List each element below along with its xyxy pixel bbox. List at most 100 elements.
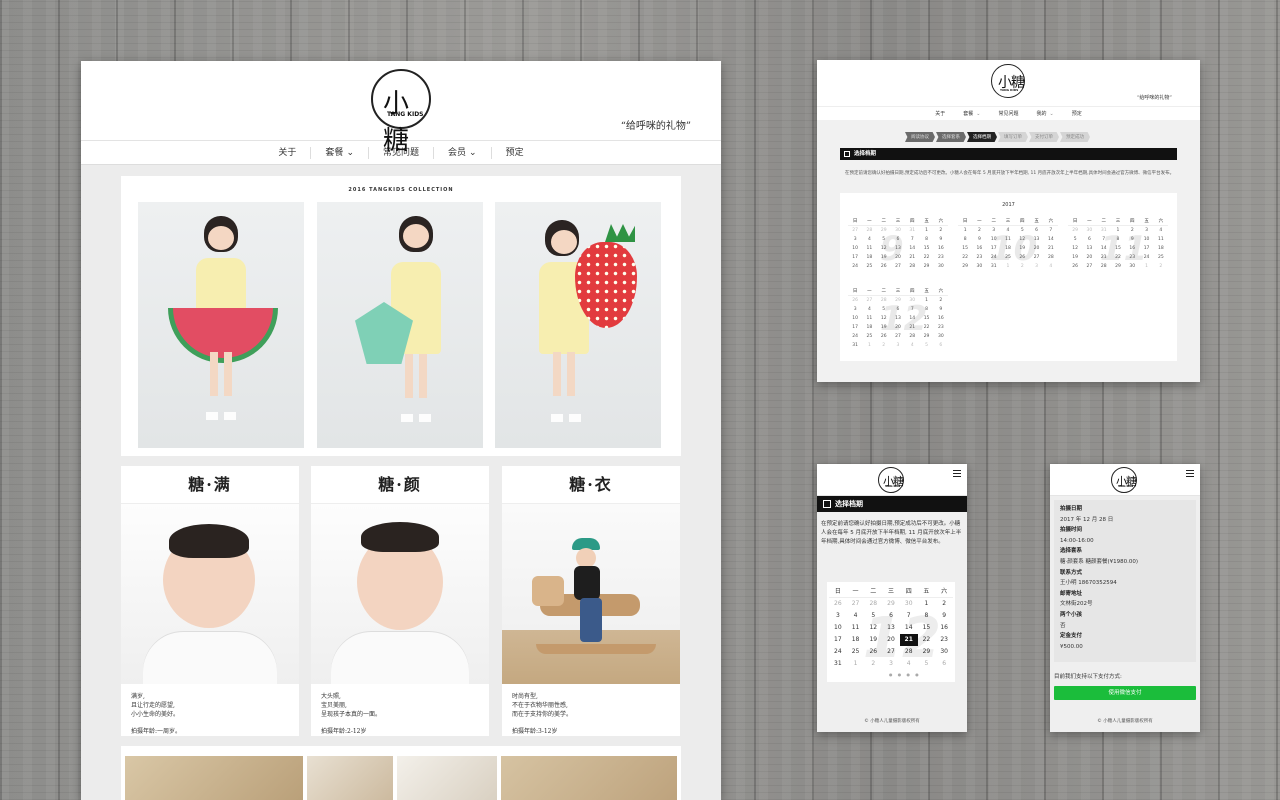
nav-item[interactable]: 套餐 (325, 148, 343, 158)
gallery-image[interactable] (125, 756, 303, 800)
day-cell[interactable]: 11 (1154, 235, 1168, 244)
day-cell[interactable]: 6 (1082, 235, 1096, 244)
day-cell[interactable]: 30 (1125, 262, 1139, 271)
day-cell[interactable]: 3 (987, 226, 1001, 235)
day-cell[interactable]: 4 (847, 610, 865, 622)
day-cell[interactable]: 18 (1001, 244, 1015, 253)
day-cell[interactable]: 16 (934, 314, 948, 323)
day-cell[interactable]: 24 (1139, 253, 1153, 262)
day-cell[interactable]: 11 (862, 314, 876, 323)
day-cell[interactable]: 30 (972, 262, 986, 271)
day-cell[interactable]: 8 (919, 235, 933, 244)
day-cell[interactable]: 16 (1125, 244, 1139, 253)
day-cell[interactable]: 20 (1082, 253, 1096, 262)
day-cell[interactable]: 20 (1029, 244, 1043, 253)
day-cell[interactable]: 8 (1111, 235, 1125, 244)
day-cell[interactable]: 24 (848, 332, 862, 341)
day-cell[interactable]: 3 (848, 305, 862, 314)
day-cell[interactable]: 16 (972, 244, 986, 253)
day-cell[interactable]: 30 (934, 262, 948, 271)
day-cell[interactable]: 15 (1111, 244, 1125, 253)
day-cell[interactable]: 8 (958, 235, 972, 244)
day-cell[interactable]: 10 (848, 244, 862, 253)
day-cell[interactable]: 15 (919, 314, 933, 323)
day-cell[interactable]: 22 (958, 253, 972, 262)
photo-strawberry-girl[interactable] (495, 202, 661, 448)
day-cell[interactable]: 29 (919, 332, 933, 341)
day-cell[interactable]: 15 (918, 622, 936, 634)
day-cell[interactable]: 10 (829, 622, 847, 634)
day-cell[interactable]: 11 (862, 244, 876, 253)
day-cell[interactable]: 15 (919, 244, 933, 253)
day-cell[interactable]: 19 (1015, 244, 1029, 253)
day-cell[interactable]: 27 (891, 262, 905, 271)
day-cell[interactable]: 31 (848, 341, 862, 350)
tangkids-logo[interactable]: 小糖 TANG KIDS (1111, 467, 1137, 493)
day-cell[interactable]: 19 (864, 634, 882, 646)
day-cell[interactable]: 22 (918, 634, 936, 646)
day-cell[interactable]: 13 (882, 622, 900, 634)
day-cell[interactable]: 2 (934, 296, 948, 305)
day-cell[interactable]: 23 (934, 323, 948, 332)
day-cell[interactable]: 9 (935, 610, 953, 622)
day-cell[interactable]: 17 (1139, 244, 1153, 253)
day-cell[interactable]: 5 (1068, 235, 1082, 244)
day-cell[interactable]: 18 (1154, 244, 1168, 253)
day-cell[interactable]: 6 (891, 235, 905, 244)
day-cell[interactable]: 12 (877, 314, 891, 323)
day-cell[interactable]: 10 (1139, 235, 1153, 244)
day-cell[interactable]: 28 (905, 262, 919, 271)
day-cell[interactable]: 25 (847, 646, 865, 658)
day-cell[interactable]: 23 (1125, 253, 1139, 262)
day-cell[interactable]: 23 (935, 634, 953, 646)
day-cell[interactable]: 1 (919, 226, 933, 235)
wechat-pay-button[interactable]: 使用微信支付 (1054, 686, 1196, 700)
day-cell[interactable]: 1 (1111, 226, 1125, 235)
nav-item[interactable]: 套餐 ⌄ (311, 146, 369, 159)
day-cell[interactable]: 12 (864, 622, 882, 634)
day-cell[interactable]: 26 (877, 332, 891, 341)
day-cell[interactable]: 9 (934, 235, 948, 244)
day-cell[interactable]: 17 (848, 323, 862, 332)
day-cell[interactable]: 13 (891, 314, 905, 323)
day-cell[interactable]: 26 (1015, 253, 1029, 262)
day-cell[interactable]: 4 (1154, 226, 1168, 235)
nav-item[interactable]: 关于 (926, 110, 954, 117)
package-card-tangyi[interactable]: 糖·衣 时尚有型, 不在于衣物华丽性感, 而在于支持你的美学。 拍摄年龄:3-1… (502, 466, 680, 736)
day-cell[interactable]: 18 (862, 253, 876, 262)
day-cell[interactable]: 14 (1097, 244, 1111, 253)
day-cell[interactable]: 17 (987, 244, 1001, 253)
day-cell[interactable]: 21 (905, 253, 919, 262)
day-cell[interactable]: 25 (862, 262, 876, 271)
photo-gem-lamp-girl[interactable] (317, 202, 483, 448)
day-cell[interactable]: 1 (918, 598, 936, 610)
day-cell[interactable]: 10 (987, 235, 1001, 244)
day-cell[interactable]: 19 (1068, 253, 1082, 262)
day-cell[interactable]: 29 (958, 262, 972, 271)
nav-item[interactable]: 会员 (448, 148, 466, 158)
tangkids-logo[interactable]: 小糖 TANG KIDS (878, 467, 904, 493)
day-cell[interactable]: 19 (877, 253, 891, 262)
day-cell[interactable]: 7 (900, 610, 918, 622)
day-cell[interactable]: 8 (919, 305, 933, 314)
day-cell[interactable]: 14 (1044, 235, 1058, 244)
day-cell[interactable]: 28 (905, 332, 919, 341)
day-cell[interactable]: 18 (862, 323, 876, 332)
day-cell[interactable]: 29 (919, 262, 933, 271)
day-cell[interactable]: 25 (1001, 253, 1015, 262)
day-cell[interactable]: 9 (972, 235, 986, 244)
tangkids-logo[interactable]: 小糖 TANG KIDS (371, 69, 431, 156)
gallery-image[interactable] (501, 756, 677, 800)
day-cell[interactable]: 15 (958, 244, 972, 253)
day-cell[interactable]: 26 (1068, 262, 1082, 271)
day-cell[interactable]: 1 (919, 296, 933, 305)
selected-day-cell[interactable]: 21 (899, 634, 918, 646)
package-card-tangman[interactable]: 糖·满 满岁, 且让行走的愿望, 小小生命的美好。 拍摄年龄:一周岁。 (121, 466, 299, 736)
package-card-tangyan[interactable]: 糖·颜 大头照, 宝贝美丽, 呈现孩子本真的一面。 拍摄年龄:2-12岁 (311, 466, 489, 736)
day-cell[interactable]: 3 (1139, 226, 1153, 235)
day-cell[interactable]: 31 (987, 262, 1001, 271)
day-cell[interactable]: 24 (987, 253, 1001, 262)
day-cell[interactable]: 8 (918, 610, 936, 622)
day-cell[interactable]: 24 (829, 646, 847, 658)
nav-item[interactable]: 套餐 (963, 111, 973, 117)
